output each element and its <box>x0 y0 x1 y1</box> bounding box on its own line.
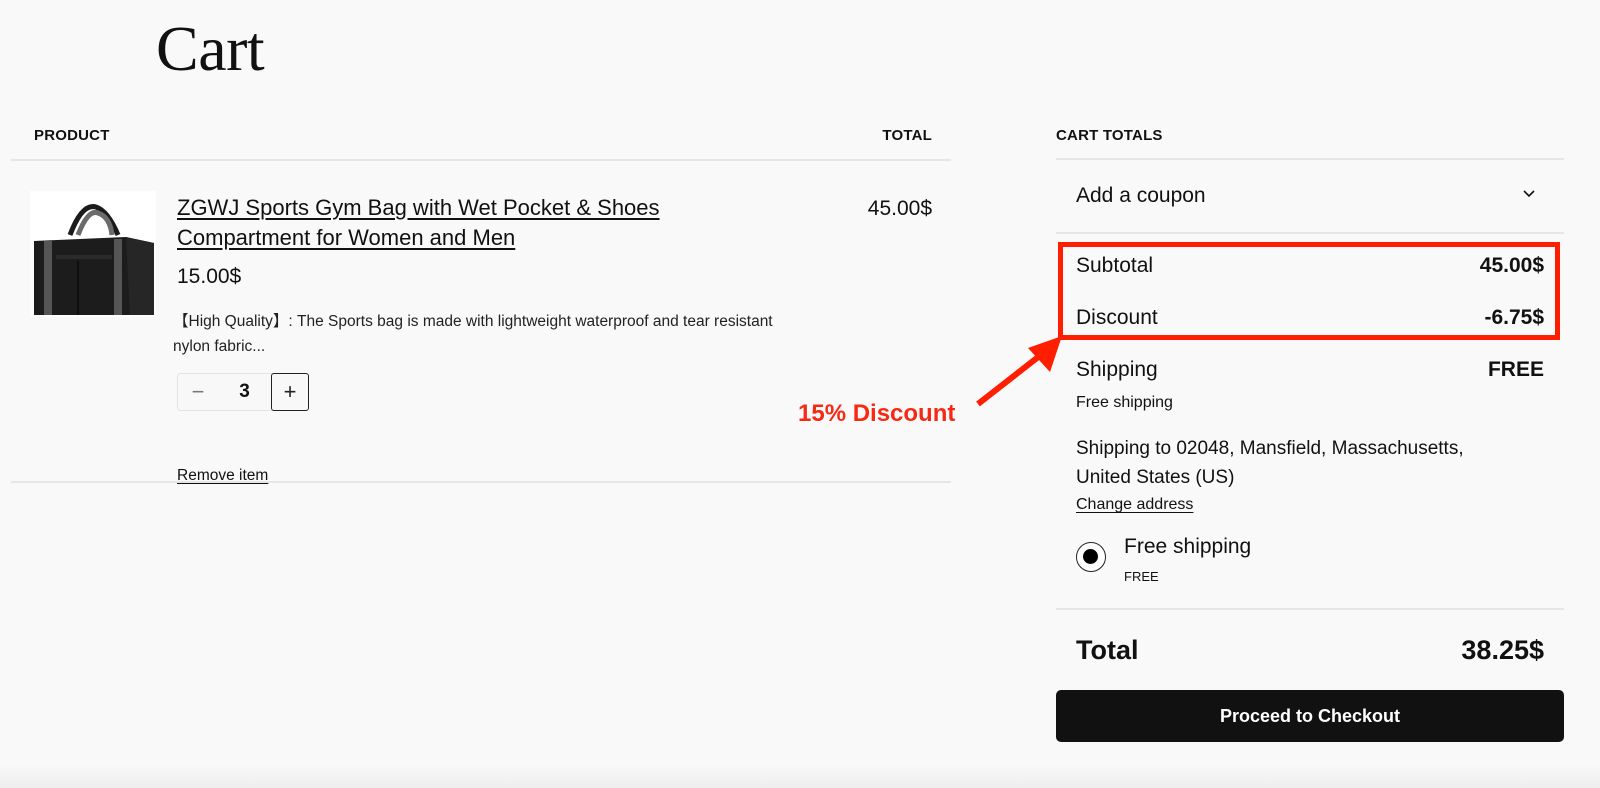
cart-table-header: PRODUCT TOTAL <box>11 118 951 161</box>
column-header-product: PRODUCT <box>34 127 110 144</box>
page-bottom-edge <box>0 764 1600 788</box>
quantity-stepper: − 3 + <box>177 373 309 411</box>
subtotal-value: 45.00$ <box>1479 254 1544 277</box>
remove-item-link[interactable]: Remove item <box>177 467 268 485</box>
quantity-input[interactable]: 3 <box>218 374 271 410</box>
discount-label: Discount <box>1076 306 1158 329</box>
shipping-option-label[interactable]: Free shipping <box>1124 535 1251 559</box>
shipping-label: Shipping <box>1076 358 1158 381</box>
shipping-address: Shipping to 02048, Mansfield, Massachuse… <box>1076 438 1464 488</box>
total-label: Total <box>1076 635 1139 665</box>
product-unit-price: 15.00$ <box>177 265 242 288</box>
cart-item-row: ZGWJ Sports Gym Bag with Wet Pocket & Sh… <box>11 161 951 485</box>
product-description: 【High Quality】: The Sports bag is made w… <box>173 313 773 355</box>
change-address-link[interactable]: Change address <box>1076 496 1193 514</box>
product-name-link[interactable]: ZGWJ Sports Gym Bag with Wet Pocket & Sh… <box>177 193 737 253</box>
divider <box>1056 232 1564 234</box>
radio-selected-dot <box>1083 549 1098 564</box>
shipping-option-price: FREE <box>1124 569 1159 584</box>
add-coupon-toggle[interactable]: Add a coupon <box>1056 160 1564 234</box>
proceed-to-checkout-button[interactable]: Proceed to Checkout <box>1056 690 1564 742</box>
divider <box>1056 608 1564 610</box>
gym-bag-image-icon <box>30 191 156 317</box>
quantity-decrease-button[interactable]: − <box>178 374 218 410</box>
annotation-arrow-icon <box>976 336 1062 407</box>
cart-table: PRODUCT TOTAL ZGWJ Sports Gym Bag with W… <box>11 118 951 485</box>
chevron-down-icon <box>1523 190 1535 198</box>
line-total: 45.00$ <box>867 197 932 220</box>
column-header-total: TOTAL <box>882 127 932 144</box>
total-value: 38.25$ <box>1461 635 1544 665</box>
shipping-value: FREE <box>1487 358 1544 381</box>
shipping-method: Free shipping <box>1076 394 1173 411</box>
subtotal-label: Subtotal <box>1076 254 1154 277</box>
shipping-option-radio[interactable] <box>1076 542 1106 572</box>
coupon-label: Add a coupon <box>1076 184 1206 207</box>
annotation-label: 15% Discount <box>798 400 956 427</box>
page-title: Cart <box>156 13 265 84</box>
discount-value: -6.75$ <box>1484 306 1544 329</box>
product-image[interactable] <box>30 191 156 317</box>
quantity-increase-button[interactable]: + <box>271 373 309 411</box>
cart-totals-title: CART TOTALS <box>1056 127 1163 144</box>
